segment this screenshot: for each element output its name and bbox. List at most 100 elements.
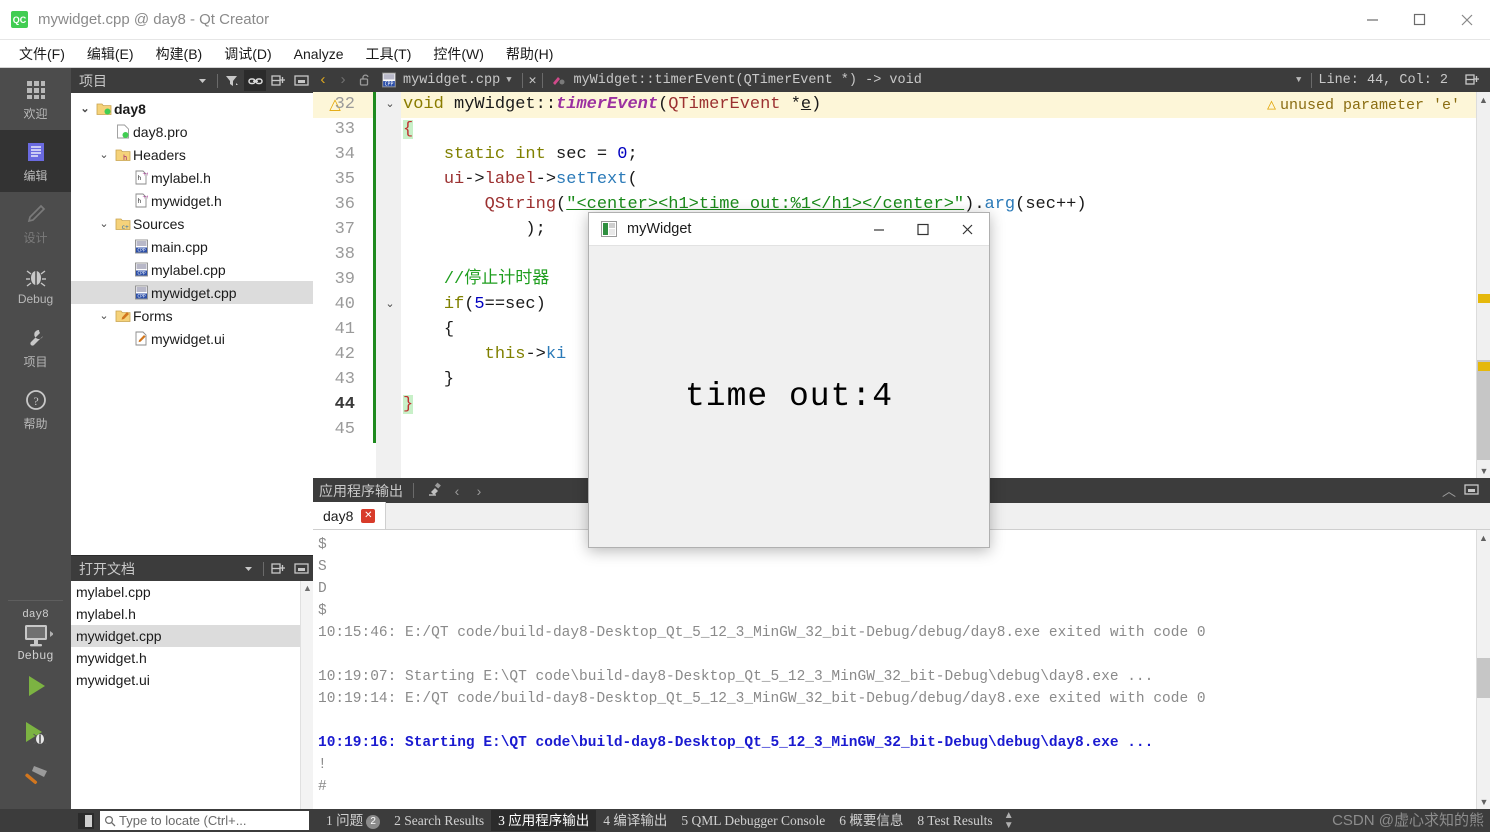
locator-input[interactable]: Type to locate (Ctrl+... (100, 811, 309, 830)
close-icon[interactable]: ✕ (361, 508, 376, 523)
status-tab-application-output[interactable]: 3 应用程序输出 (491, 810, 597, 831)
output-tab-day8[interactable]: day8 ✕ (313, 502, 387, 529)
activity-item-help[interactable]: ? 帮助 (0, 378, 71, 440)
scroll-up-icon[interactable]: ▲ (1477, 530, 1490, 545)
activity-item-edit[interactable]: 编辑 (0, 130, 71, 192)
menu-debug[interactable]: 调试(D) (213, 42, 282, 66)
status-tab-compile-output[interactable]: 4 编译输出 (596, 810, 674, 831)
status-tab-issues[interactable]: 1 问题 2 (319, 810, 387, 831)
status-tab-qml-debugger[interactable]: 5 QML Debugger Console (674, 810, 832, 831)
status-tab-general-messages[interactable]: 6 概要信息 (832, 810, 910, 831)
mywidget-app-window[interactable]: myWidget time out:4 (588, 212, 990, 548)
open-doc-mylabel-cpp[interactable]: mylabel.cpp (71, 581, 313, 603)
nav-forward-button[interactable]: › (333, 72, 353, 89)
line-number-current: 44 (334, 395, 355, 414)
open-documents-scrollbar[interactable]: ▲ (300, 581, 313, 809)
editor-filename[interactable]: mywidget.cpp (403, 73, 500, 88)
open-doc-mywidget-h[interactable]: mywidget.h (71, 647, 313, 669)
editor-symbol-selector[interactable]: myWidget::timerEvent(QTimerEvent *) -> v… (573, 73, 921, 88)
split-icon[interactable] (267, 70, 289, 91)
scroll-up-icon[interactable]: ▲ (1477, 92, 1490, 107)
activity-item-design[interactable]: 设计 (0, 192, 71, 254)
scroll-up-icon[interactable]: ▲ (301, 581, 313, 595)
nav-back-button[interactable]: ‹ (313, 72, 333, 89)
mywidget-maximize-button[interactable] (901, 213, 945, 245)
editor-scroll-thumb[interactable] (1477, 360, 1490, 460)
menu-edit[interactable]: 编辑(E) (76, 42, 145, 66)
split-editor-icon[interactable] (1460, 73, 1484, 87)
menu-analyze[interactable]: Analyze (283, 44, 355, 64)
filter-icon[interactable] (221, 70, 243, 91)
scroll-down-icon[interactable]: ▼ (1477, 463, 1490, 478)
tree-item-headers[interactable]: ⌄ h Headers (71, 143, 313, 166)
tree-item-mywidget-cpp[interactable]: CPP mywidget.cpp (71, 281, 313, 304)
output-text-area[interactable]: $ S D $ 10:15:46: E:/QT code/build-day8-… (313, 530, 1490, 809)
output-line-blank (313, 710, 1490, 732)
activity-item-debug[interactable]: Debug (0, 254, 71, 316)
fold-toggle-icon[interactable]: ⌄ (379, 92, 401, 117)
menu-debug-label: 调试(D) (224, 45, 272, 62)
tree-item-mywidget-h[interactable]: h ++ mywidget.h (71, 189, 313, 212)
open-doc-mywidget-cpp[interactable]: mywidget.cpp (71, 625, 313, 647)
tree-item-main-cpp[interactable]: CPP main.cpp (71, 235, 313, 258)
menu-build[interactable]: 构建(B) (145, 42, 214, 66)
collapse-icon[interactable]: ︿ (1438, 481, 1460, 501)
tree-item-day8-pro[interactable]: day8.pro (71, 120, 313, 143)
activity-item-projects[interactable]: 项目 (0, 316, 71, 378)
fold-toggle-icon[interactable]: ⌄ (379, 292, 401, 317)
prev-item-icon[interactable]: ‹ (446, 483, 468, 499)
status-bar: Type to locate (Ctrl+... 1 问题 2 2 Search … (0, 809, 1490, 832)
menu-tools[interactable]: 工具(T) (354, 42, 422, 66)
folder-ui-icon (113, 309, 133, 323)
maximize-pane-icon[interactable] (1460, 483, 1482, 499)
tree-item-sources[interactable]: ⌄ c+ Sources (71, 212, 313, 235)
next-item-icon[interactable]: › (468, 483, 490, 499)
open-doc-mywidget-ui[interactable]: mywidget.ui (71, 669, 313, 691)
tree-item-forms[interactable]: ⌄ Forms (71, 304, 313, 327)
link-icon[interactable] (244, 70, 266, 91)
build-button[interactable] (0, 755, 71, 797)
editor-scrollbar[interactable]: ▲ ▼ (1476, 92, 1490, 478)
output-scroll-thumb[interactable] (1477, 658, 1490, 698)
menu-file[interactable]: 文件(F) (8, 42, 76, 66)
tree-item-mylabel-cpp[interactable]: CPP mylabel.cpp (71, 258, 313, 281)
scroll-down-icon[interactable]: ▼ (1477, 794, 1490, 809)
project-tree[interactable]: ⌄ day8 day8.pro ⌄ h Headers h ++ mylabel… (71, 93, 313, 555)
unlock-icon[interactable] (353, 73, 377, 87)
activity-item-welcome[interactable]: 欢迎 (0, 68, 71, 130)
chevron-expanded-icon[interactable]: ⌄ (95, 309, 113, 322)
close-panel-icon[interactable] (290, 70, 312, 91)
window-maximize-button[interactable] (1396, 0, 1443, 39)
mywidget-close-button[interactable] (945, 213, 989, 245)
chevron-down-icon[interactable]: ▼ (500, 75, 517, 85)
window-minimize-button[interactable] (1349, 0, 1396, 39)
chevron-expanded-icon[interactable]: ⌄ (95, 217, 113, 230)
close-document-icon[interactable]: ✕ (527, 73, 539, 88)
split-icon[interactable] (267, 558, 289, 579)
tree-item-mywidget-ui[interactable]: mywidget.ui (71, 327, 313, 350)
close-panel-icon[interactable] (290, 558, 312, 579)
mywidget-minimize-button[interactable] (857, 213, 901, 245)
open-documents-list[interactable]: mylabel.cpp mylabel.h mywidget.cpp mywid… (71, 581, 313, 809)
tree-item-day8[interactable]: ⌄ day8 (71, 97, 313, 120)
output-scrollbar[interactable]: ▲ ▼ (1476, 530, 1490, 809)
toggle-sidebar-icon[interactable] (78, 812, 94, 829)
window-close-button[interactable] (1443, 0, 1490, 39)
open-documents-title: 打开文档 (79, 560, 135, 577)
chevron-down-icon[interactable] (237, 558, 259, 579)
status-tab-test-results[interactable]: 8 Test Results (910, 810, 999, 831)
chevron-down-icon[interactable] (191, 70, 213, 91)
chevron-expanded-icon[interactable]: ⌄ (76, 102, 94, 115)
kit-selector[interactable]: day8 Debug (0, 603, 71, 663)
chevron-expanded-icon[interactable]: ⌄ (95, 148, 113, 161)
open-doc-mylabel-h[interactable]: mylabel.h (71, 603, 313, 625)
run-debug-button[interactable] (0, 709, 71, 755)
status-tabs-scroll-icon[interactable]: ▲ ▼ (1004, 810, 1014, 831)
menu-widgets[interactable]: 控件(W) (422, 42, 495, 66)
menu-help[interactable]: 帮助(H) (495, 42, 564, 66)
run-button[interactable] (0, 663, 71, 709)
chevron-down-icon[interactable]: ▼ (1290, 75, 1307, 85)
tree-item-mylabel-h[interactable]: h ++ mylabel.h (71, 166, 313, 189)
status-tab-search-results[interactable]: 2 Search Results (387, 810, 491, 831)
clear-output-icon[interactable] (424, 482, 446, 499)
